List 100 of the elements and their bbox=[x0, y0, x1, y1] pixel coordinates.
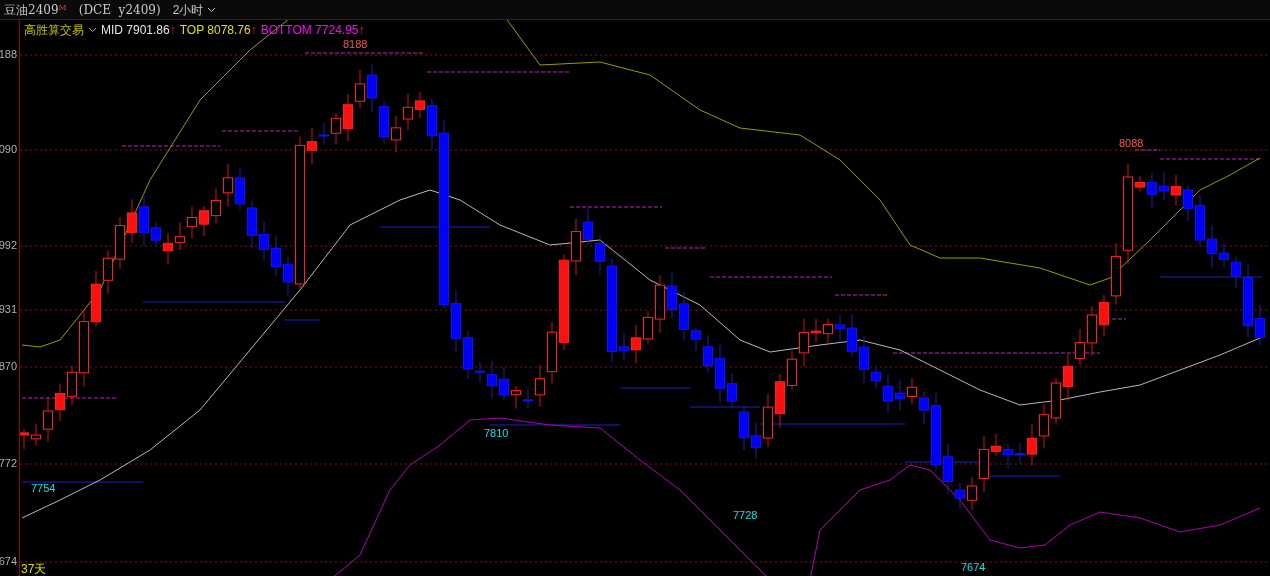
price-label: 7728 bbox=[733, 510, 758, 521]
candlestick bbox=[151, 221, 161, 247]
axis-label: 772 bbox=[0, 458, 17, 469]
candlestick bbox=[211, 188, 221, 224]
symbol-name: 豆油2409$^{M}$ bbox=[4, 1, 67, 19]
candlestick bbox=[247, 200, 257, 249]
resistance-line bbox=[664, 247, 706, 249]
support-line bbox=[989, 475, 1061, 477]
candlestick bbox=[379, 101, 389, 144]
candlestick bbox=[1015, 442, 1025, 465]
candlestick bbox=[919, 390, 929, 425]
candlestick bbox=[1159, 171, 1169, 202]
support-line bbox=[284, 319, 321, 321]
candlestick bbox=[31, 423, 41, 446]
candlestick bbox=[523, 388, 533, 409]
price-label: 7674 bbox=[961, 562, 986, 573]
candlestick bbox=[1087, 305, 1097, 356]
candlestick bbox=[139, 193, 149, 247]
price-label: 7810 bbox=[484, 428, 509, 439]
candlestick bbox=[463, 330, 473, 380]
candlestick bbox=[1039, 403, 1049, 449]
candlestick bbox=[1135, 175, 1145, 193]
candlestick bbox=[811, 318, 821, 343]
candlestick bbox=[103, 249, 113, 295]
candlestick bbox=[1075, 328, 1085, 366]
candlestick bbox=[1051, 377, 1061, 426]
candlestick bbox=[1147, 172, 1157, 209]
candlestick bbox=[739, 405, 749, 451]
candlestick bbox=[751, 422, 761, 459]
candlestick bbox=[115, 216, 125, 270]
candlestick bbox=[679, 292, 689, 342]
axis-label: 992 bbox=[0, 240, 17, 251]
candlestick bbox=[1195, 193, 1205, 247]
candlestick bbox=[403, 93, 413, 131]
axis-label: 870 bbox=[0, 361, 17, 372]
candlestick bbox=[91, 270, 101, 327]
price-label: 7754 bbox=[31, 483, 56, 494]
candlestick bbox=[223, 163, 233, 208]
candlestick bbox=[1183, 185, 1193, 222]
candlestick bbox=[727, 373, 737, 409]
up-arrow: ↑ bbox=[169, 22, 176, 39]
candlestick bbox=[199, 205, 209, 237]
candlestick bbox=[1207, 224, 1217, 269]
candlestick bbox=[775, 373, 785, 428]
price-label: 8188 bbox=[343, 39, 368, 50]
candlestick bbox=[655, 274, 665, 334]
candlestick bbox=[1027, 423, 1037, 466]
candlestick bbox=[955, 482, 965, 510]
candlestick bbox=[895, 378, 905, 412]
candlestick bbox=[859, 335, 869, 384]
candlestick bbox=[451, 289, 461, 353]
resistance-line bbox=[834, 294, 889, 296]
candlestick bbox=[415, 91, 425, 119]
day-count: 37天 bbox=[21, 563, 47, 575]
candlestick bbox=[259, 221, 269, 261]
candlestick bbox=[595, 234, 605, 275]
candlestick bbox=[979, 435, 989, 493]
chevron-down-icon bbox=[207, 6, 217, 13]
candlestick bbox=[55, 383, 65, 422]
candlestick bbox=[355, 69, 365, 109]
candlestick bbox=[631, 324, 641, 364]
axis-label: 674 bbox=[0, 556, 17, 567]
period-dropdown[interactable]: 2小时 bbox=[172, 0, 217, 19]
candlestick bbox=[667, 271, 677, 319]
candlestick bbox=[823, 318, 833, 345]
candlestick bbox=[319, 122, 329, 146]
price-label: 8088 bbox=[1119, 138, 1144, 149]
candlestick bbox=[475, 361, 485, 383]
candlestick bbox=[763, 393, 773, 448]
candlestick bbox=[487, 360, 497, 400]
candlestick bbox=[391, 115, 401, 153]
candlestick bbox=[691, 326, 701, 353]
candlestick bbox=[127, 198, 137, 244]
axis-label: 931 bbox=[0, 304, 17, 315]
axis-label: 090 bbox=[0, 144, 17, 155]
candlestick bbox=[175, 222, 185, 251]
candlestick bbox=[835, 314, 845, 342]
contract-code: (DCE y2409) bbox=[78, 1, 161, 19]
candlestick bbox=[907, 377, 917, 405]
indicator-value: MID 7901.86 bbox=[101, 22, 170, 39]
indicator-dropdown[interactable]: 高胜算交易 bbox=[24, 21, 97, 39]
candlestick bbox=[883, 373, 893, 414]
candlestick bbox=[583, 208, 593, 246]
candlestick bbox=[847, 313, 857, 358]
candlestick bbox=[643, 310, 653, 344]
support-line bbox=[619, 387, 691, 389]
candlestick bbox=[343, 93, 353, 142]
candlestick bbox=[511, 385, 521, 410]
candlestick bbox=[703, 334, 713, 373]
candlestick bbox=[1231, 256, 1241, 289]
up-arrow: ↑ bbox=[250, 22, 257, 39]
candlestick bbox=[799, 318, 809, 367]
support-line bbox=[689, 406, 761, 408]
candlestick bbox=[283, 256, 293, 296]
candlestick bbox=[787, 350, 797, 391]
candlestick bbox=[1063, 353, 1073, 402]
candlestick bbox=[367, 63, 377, 113]
candlestick bbox=[1111, 242, 1121, 306]
candlestick bbox=[619, 333, 629, 361]
candlestick bbox=[427, 97, 437, 151]
